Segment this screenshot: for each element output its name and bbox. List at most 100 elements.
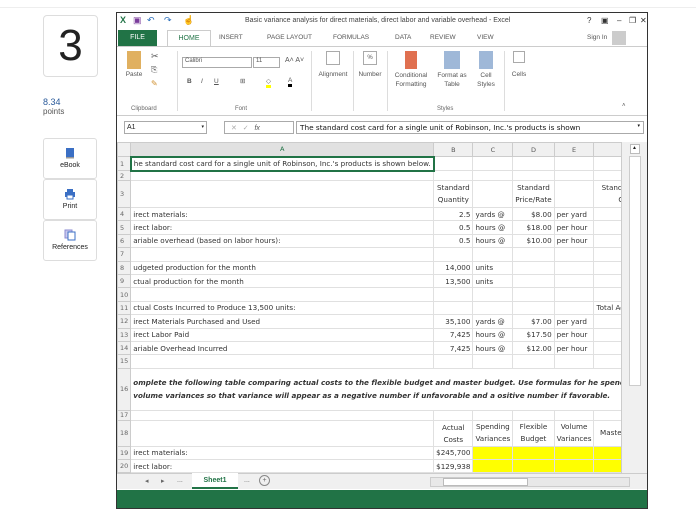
row-header[interactable]: 15 <box>117 354 132 369</box>
cell-b10[interactable] <box>433 287 474 302</box>
tab-home[interactable]: HOME <box>167 30 211 47</box>
sign-in-link[interactable]: Sign In <box>587 34 607 41</box>
cell-d13[interactable]: $17.50 <box>512 327 555 342</box>
cell-d1[interactable] <box>512 156 555 171</box>
alignment-button[interactable]: Alignment <box>314 51 352 78</box>
references-button[interactable]: References <box>43 220 97 261</box>
cell-c7[interactable] <box>472 247 514 262</box>
touch-mode-icon[interactable]: ☝ <box>183 15 194 26</box>
cell-c1[interactable] <box>472 156 514 171</box>
cell-c11[interactable] <box>472 300 514 316</box>
prev-sheet-icon[interactable]: ◂ <box>145 477 149 485</box>
more-sheets-right[interactable]: ... <box>244 477 250 484</box>
row-header[interactable]: 19 <box>117 445 132 461</box>
cell-e17[interactable] <box>553 409 595 421</box>
cell-b20[interactable]: $129,938 <box>433 459 474 474</box>
cell-a16[interactable]: omplete the following table comparing ac… <box>130 367 647 411</box>
cell-a12[interactable]: irect Materials Purchased and Used <box>130 314 435 329</box>
cell-a4[interactable]: irect materials: <box>130 206 435 222</box>
cell-e5[interactable]: per hour <box>553 220 595 235</box>
cell-d8[interactable] <box>512 260 555 275</box>
cell-d4[interactable]: $8.00 <box>512 206 555 222</box>
cell-e2[interactable] <box>553 170 595 181</box>
vertical-scrollbar[interactable]: ▲ <box>621 142 647 473</box>
column-header-b[interactable]: B <box>433 142 474 157</box>
tab-file[interactable]: FILE <box>118 30 157 46</box>
tab-view[interactable]: VIEW <box>477 34 494 41</box>
cell-b1[interactable] <box>433 156 474 171</box>
row-header[interactable]: 18 <box>117 419 132 447</box>
row-header[interactable]: 7 <box>117 247 132 262</box>
cell-b12[interactable]: 35,100 <box>433 314 474 329</box>
cell-b15[interactable] <box>433 354 474 369</box>
column-header-e[interactable]: E <box>553 142 595 157</box>
italic-button[interactable]: I <box>201 78 203 85</box>
name-box[interactable]: A1 ▾ <box>124 121 207 134</box>
row-header[interactable]: 2 <box>117 170 132 181</box>
cell-c2[interactable] <box>472 170 514 181</box>
cell-styles-button[interactable]: Cell Styles <box>471 51 501 89</box>
print-button[interactable]: Print <box>43 179 97 220</box>
cell-e15[interactable] <box>553 354 595 369</box>
cell-b13[interactable]: 7,425 <box>433 327 474 342</box>
sheet-tab-sheet1[interactable]: Sheet1 <box>192 473 238 489</box>
cell-a17[interactable] <box>130 409 435 421</box>
tab-review[interactable]: REVIEW <box>430 34 456 41</box>
grow-font-icon[interactable]: A˄ A˅ <box>285 57 304 64</box>
cell-b18[interactable]: Actual Costs <box>433 419 474 447</box>
formula-input[interactable]: The standard cost card for a single unit… <box>296 121 644 134</box>
row-header[interactable]: 3 <box>117 180 132 208</box>
cell-c20[interactable] <box>472 459 514 474</box>
select-all[interactable] <box>117 142 132 157</box>
cell-e13[interactable]: per hour <box>553 327 595 342</box>
cell-b8[interactable]: 14,000 <box>433 260 474 275</box>
cancel-icon[interactable]: ✕ <box>231 125 237 132</box>
cell-e19[interactable] <box>553 445 595 461</box>
row-header[interactable]: 4 <box>117 206 132 222</box>
restore-button[interactable]: ❐ <box>629 16 636 25</box>
font-name-select[interactable]: Calibri <box>182 57 252 68</box>
cell-b7[interactable] <box>433 247 474 262</box>
minimize-button[interactable]: – <box>617 16 621 25</box>
cell-c10[interactable] <box>472 287 514 302</box>
cell-e3[interactable] <box>553 180 595 208</box>
row-header[interactable]: 14 <box>117 340 132 356</box>
cell-b19[interactable]: $245,700 <box>433 445 474 461</box>
row-header[interactable]: 1 <box>117 156 132 171</box>
row-header[interactable]: 13 <box>117 327 132 342</box>
cell-b6[interactable]: 0.5 <box>433 233 474 249</box>
tab-insert[interactable]: INSERT <box>219 34 243 41</box>
redo-icon[interactable]: ↷ <box>164 15 172 26</box>
collapse-ribbon-icon[interactable]: ˄ <box>622 103 626 109</box>
cell-e1[interactable] <box>553 156 595 171</box>
cell-c18[interactable]: Spending Variances <box>472 419 514 447</box>
cell-d11[interactable] <box>512 300 555 316</box>
cell-a1[interactable]: he standard cost card for a single unit … <box>129 155 435 172</box>
row-header[interactable]: 20 <box>117 459 132 474</box>
column-header-a[interactable]: A <box>130 142 435 158</box>
row-header[interactable]: 17 <box>117 409 132 421</box>
tab-formulas[interactable]: FORMULAS <box>333 34 369 41</box>
enter-icon[interactable]: ✓ <box>243 125 249 132</box>
format-as-table-button[interactable]: Format as Table <box>435 51 469 89</box>
row-header[interactable]: 5 <box>117 220 132 235</box>
cell-a11[interactable]: ctual Costs Incurred to Produce 13,500 u… <box>130 300 435 316</box>
cell-a2[interactable] <box>130 170 435 181</box>
cell-e20[interactable] <box>553 459 595 474</box>
paste-button[interactable]: Paste <box>123 51 145 78</box>
scroll-up-icon[interactable]: ▲ <box>629 144 640 154</box>
cell-d6[interactable]: $10.00 <box>512 233 555 249</box>
cell-d9[interactable] <box>512 273 555 289</box>
borders-icon[interactable]: ⊞ <box>240 77 245 85</box>
cell-c19[interactable] <box>472 445 514 461</box>
cell-c15[interactable] <box>472 354 514 369</box>
cell-e11[interactable] <box>553 300 595 316</box>
cell-a6[interactable]: ariable overhead (based on labor hours): <box>130 233 435 249</box>
add-sheet-button[interactable]: + <box>259 475 270 486</box>
fill-color-icon[interactable]: ◇ <box>266 77 271 88</box>
cell-c9[interactable]: units <box>472 273 514 289</box>
cell-d5[interactable]: $18.00 <box>512 220 555 235</box>
cell-b3[interactable]: Standard Quantity <box>433 180 474 208</box>
tab-data[interactable]: DATA <box>395 34 411 41</box>
cell-b4[interactable]: 2.5 <box>433 206 474 222</box>
